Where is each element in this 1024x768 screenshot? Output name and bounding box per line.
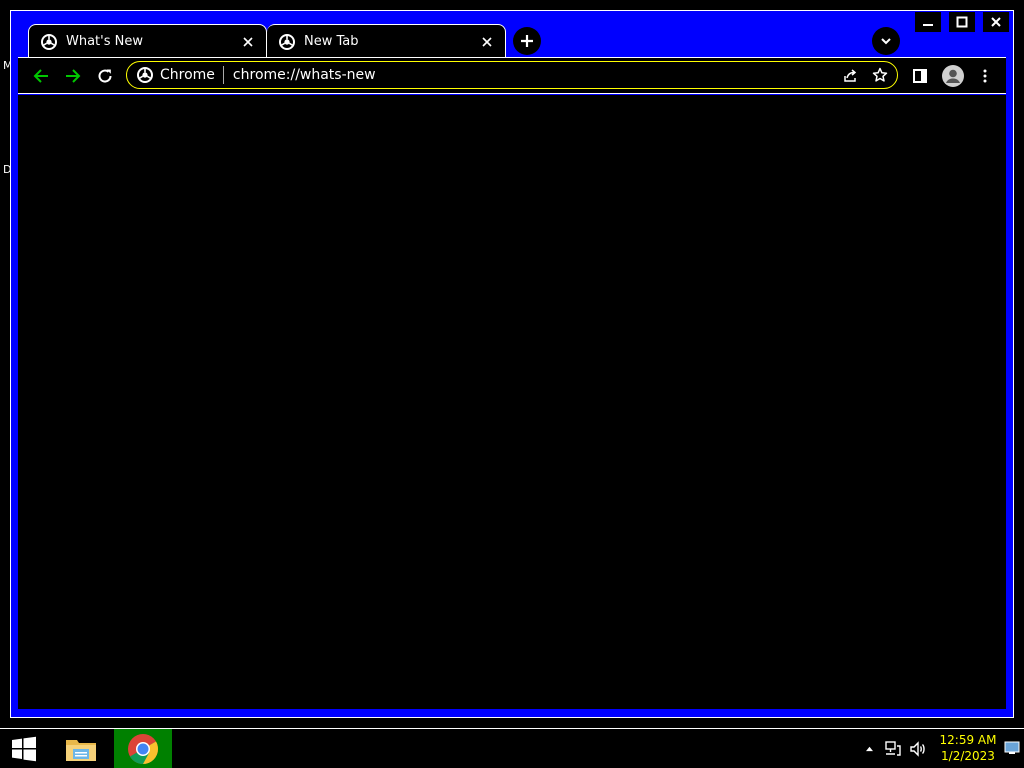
- tab-close-icon[interactable]: [238, 32, 258, 52]
- chrome-favicon-icon: [279, 33, 295, 50]
- caret-up-icon: [865, 746, 873, 752]
- page-content: [18, 95, 1006, 709]
- network-icon: [885, 740, 901, 756]
- omnibox[interactable]: Chrome: [126, 61, 898, 89]
- file-explorer-icon: [66, 739, 96, 761]
- browser-window: What's New New Tab Chrome chrome://whats…: [10, 10, 1014, 718]
- profile-button[interactable]: [940, 63, 966, 89]
- taskbar-clock[interactable]: 12:59 AM 1/2/2023: [936, 732, 1000, 764]
- speaker-icon: [910, 740, 925, 757]
- clock-date: 1/2/2023: [941, 749, 995, 763]
- side-panel-icon: [913, 69, 927, 83]
- clock-time: 12:59 AM: [939, 733, 997, 747]
- arrow-left-icon: [33, 69, 48, 83]
- tab-title: What's New: [66, 34, 143, 49]
- chevron-down-icon: [881, 38, 891, 45]
- side-panel-button[interactable]: [907, 63, 933, 89]
- tab-search-button[interactable]: [872, 27, 900, 55]
- site-chip-label: Chrome: [160, 67, 215, 83]
- chrome-favicon-icon: [137, 67, 153, 83]
- close-icon: [991, 17, 1001, 27]
- start-button[interactable]: [0, 729, 48, 768]
- plus-icon: [521, 35, 533, 47]
- volume-tray-button[interactable]: [907, 729, 929, 768]
- tab-new-tab[interactable]: New Tab: [267, 24, 506, 58]
- reload-icon: [98, 69, 112, 83]
- arrow-right-icon: [66, 69, 81, 83]
- maximize-icon: [956, 16, 968, 28]
- show-hidden-icons-button[interactable]: [862, 729, 876, 768]
- address-input[interactable]: [223, 62, 837, 88]
- minimize-button[interactable]: [915, 12, 941, 32]
- site-info-chip[interactable]: Chrome: [127, 62, 223, 88]
- tab-whats-new[interactable]: What's New: [28, 24, 267, 58]
- file-explorer-taskbar-button[interactable]: [57, 729, 105, 768]
- chrome-icon: [128, 733, 159, 764]
- taskbar: 12:59 AM 1/2/2023: [0, 728, 1024, 768]
- chrome-menu-button[interactable]: [972, 63, 998, 89]
- notification-icon[interactable]: [1004, 741, 1020, 755]
- tab-close-icon[interactable]: [477, 32, 497, 52]
- tab-title: New Tab: [304, 34, 359, 49]
- windows-start-icon: [12, 736, 36, 761]
- share-icon: [844, 69, 857, 82]
- share-button[interactable]: [837, 62, 863, 88]
- back-button[interactable]: [28, 63, 54, 89]
- network-tray-button[interactable]: [882, 729, 904, 768]
- maximize-button[interactable]: [949, 12, 975, 32]
- avatar-icon: [942, 65, 964, 87]
- new-tab-button[interactable]: [513, 27, 541, 55]
- chrome-taskbar-button[interactable]: [114, 729, 172, 768]
- forward-button[interactable]: [60, 63, 86, 89]
- window-controls: [907, 12, 1009, 32]
- browser-toolbar: Chrome: [18, 57, 1006, 94]
- bookmark-button[interactable]: [867, 62, 893, 88]
- star-icon: [872, 67, 888, 82]
- reload-button[interactable]: [92, 63, 118, 89]
- close-window-button[interactable]: [983, 12, 1009, 32]
- minimize-icon: [923, 24, 933, 26]
- kebab-menu-icon: [983, 69, 987, 83]
- chrome-favicon-icon: [41, 33, 57, 50]
